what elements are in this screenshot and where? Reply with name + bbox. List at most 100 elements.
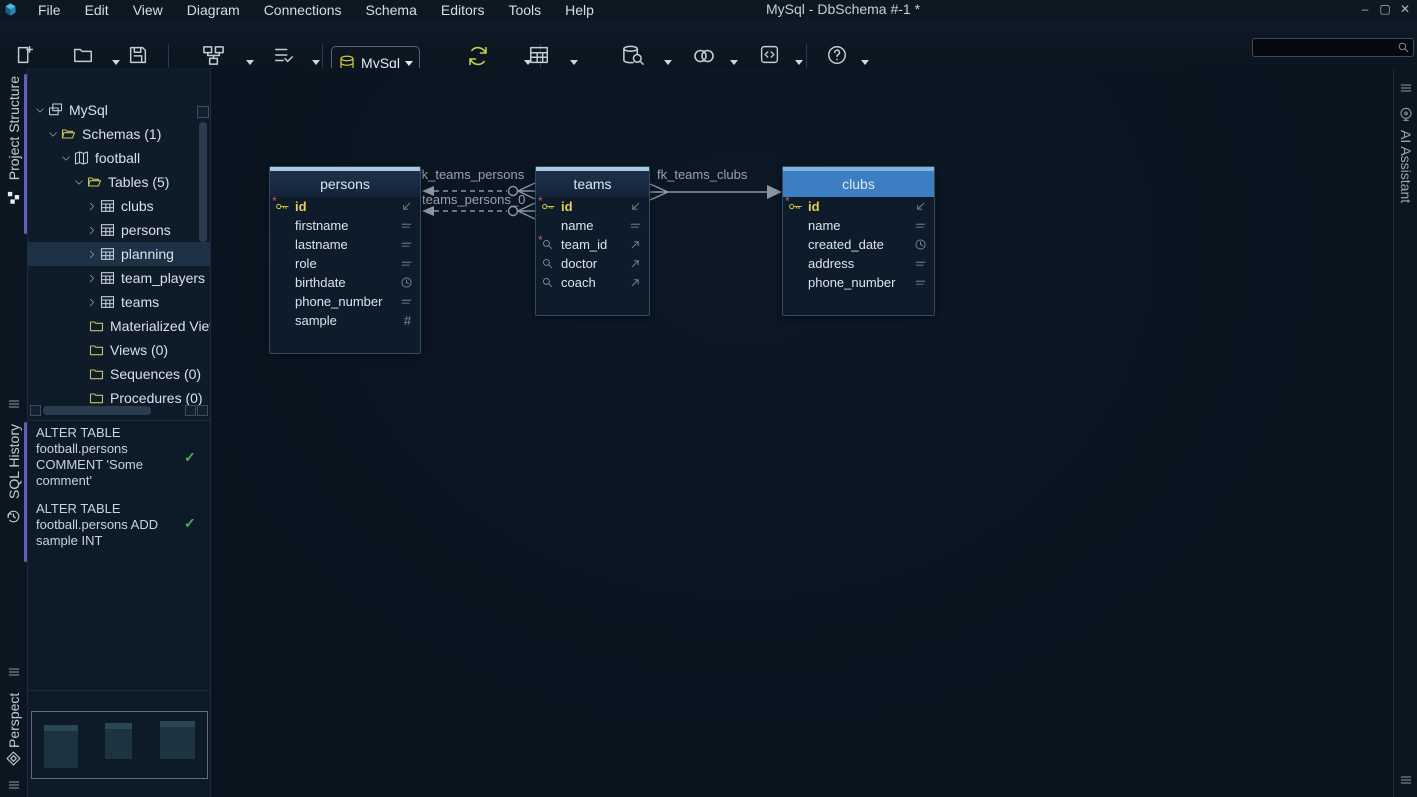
table-header[interactable]: persons — [270, 167, 420, 197]
chevron-down-icon[interactable] — [59, 152, 73, 165]
column-name: id — [808, 199, 914, 214]
column-row[interactable]: sample # — [270, 311, 420, 330]
type-dropdown-caret[interactable] — [312, 60, 320, 65]
tree-item-mysql[interactable]: MySql — [28, 98, 210, 122]
table-clubs[interactable]: clubs * id name created_date address pho… — [782, 166, 935, 316]
tree-item-team-players[interactable]: team_players — [28, 266, 210, 290]
splitter-handle-icon[interactable] — [1398, 80, 1414, 96]
table-header[interactable]: teams — [536, 167, 649, 197]
tree-item-schemas[interactable]: Schemas (1) — [28, 122, 210, 146]
relation-label[interactable]: fk_teams_clubs — [657, 167, 747, 182]
relation-label[interactable]: teams_persons_0 — [422, 192, 525, 207]
column-row[interactable]: * team_id — [536, 235, 649, 254]
table-header[interactable]: clubs — [783, 167, 934, 197]
tree-item-sequences[interactable]: Sequences (0) — [28, 362, 210, 386]
column-row[interactable]: * id — [536, 197, 649, 216]
menu-editors[interactable]: Editors — [429, 0, 497, 20]
splitter-handle-icon[interactable] — [6, 396, 22, 412]
chevron-right-icon[interactable] — [85, 248, 99, 261]
editor-dropdown-caret[interactable] — [795, 60, 803, 65]
column-row[interactable]: coach — [536, 273, 649, 292]
chevron-right-icon[interactable] — [85, 224, 99, 237]
menu-diagram[interactable]: Diagram — [175, 0, 252, 20]
query-dropdown-caret[interactable] — [730, 60, 738, 65]
splitter-handle-icon[interactable] — [6, 777, 22, 793]
tree-item-clubs[interactable]: clubs — [28, 194, 210, 218]
table-icon — [99, 246, 116, 262]
table-persons[interactable]: persons * id firstname lastname role bir… — [269, 166, 421, 354]
column-name: birthdate — [295, 275, 400, 290]
diagram-canvas[interactable]: fk_teams_persons teams_persons_0 fk_team… — [210, 68, 1393, 797]
column-row[interactable]: * id — [783, 197, 934, 216]
scrollbar-button[interactable] — [185, 405, 196, 416]
global-search-input[interactable] — [1253, 41, 1397, 55]
db-search-icon — [621, 44, 644, 67]
minimize-button[interactable]: – — [1355, 1, 1375, 17]
vertical-scrollbar-thumb[interactable] — [199, 122, 207, 242]
tree-item-materialized-views[interactable]: Materialized Views (0) — [28, 314, 210, 338]
tree-item-planning[interactable]: planning — [28, 242, 210, 266]
close-button[interactable]: ✕ — [1395, 1, 1415, 17]
column-row[interactable]: name — [536, 216, 649, 235]
splitter-handle-icon[interactable] — [6, 664, 22, 680]
menu-help[interactable]: Help — [553, 0, 606, 20]
horizontal-scrollbar-thumb[interactable] — [43, 406, 151, 415]
key-icon — [541, 199, 556, 214]
diagram-dropdown-caret[interactable] — [246, 60, 254, 65]
menu-tools[interactable]: Tools — [496, 0, 553, 20]
table-title: teams — [536, 171, 649, 197]
ai-assistant-panel-tab[interactable]: AI Assistant — [1398, 130, 1414, 203]
explorer-dropdown-caret[interactable] — [664, 60, 672, 65]
tree-item-football[interactable]: football — [28, 146, 210, 170]
table-teams[interactable]: teams * id name * team_id doctor coach — [535, 166, 650, 316]
perspective-panel-tab[interactable]: Perspective — [6, 692, 22, 748]
tree-item-tables[interactable]: Tables (5) — [28, 170, 210, 194]
connection-icon — [47, 102, 64, 118]
column-row[interactable]: doctor — [536, 254, 649, 273]
minimap[interactable] — [31, 711, 208, 779]
chevron-right-icon[interactable] — [85, 200, 99, 213]
folder-icon — [88, 390, 105, 406]
scrollbar-button[interactable] — [197, 106, 209, 118]
relation-label[interactable]: fk_teams_persons — [418, 167, 524, 182]
column-name: coach — [561, 275, 629, 290]
table-icon — [99, 294, 116, 310]
chevron-down-icon[interactable] — [46, 128, 60, 141]
sql-history-entry[interactable]: ALTER TABLE football.persons COMMENT 'So… — [36, 425, 184, 489]
chevron-right-icon[interactable] — [85, 272, 99, 285]
project-structure-panel-tab[interactable]: Project Structure — [6, 76, 22, 180]
menu-file[interactable]: File — [26, 0, 73, 20]
table-dropdown-caret[interactable] — [570, 60, 578, 65]
column-row[interactable]: lastname — [270, 235, 420, 254]
number-type-icon: # — [400, 313, 415, 328]
column-row[interactable]: created_date — [783, 235, 934, 254]
column-row[interactable]: role — [270, 254, 420, 273]
column-row[interactable]: phone_number — [783, 273, 934, 292]
scrollbar-button[interactable] — [197, 405, 208, 416]
chevron-down-icon[interactable] — [33, 104, 47, 117]
column-row[interactable]: name — [783, 216, 934, 235]
tree-item-views[interactable]: Views (0) — [28, 338, 210, 362]
column-name: phone_number — [295, 294, 400, 309]
chevron-right-icon[interactable] — [85, 296, 99, 309]
sql-history-entry[interactable]: ALTER TABLE football.persons ADD sample … — [36, 501, 184, 549]
column-row[interactable]: address — [783, 254, 934, 273]
scrollbar-button[interactable] — [30, 405, 41, 416]
splitter-handle-icon[interactable] — [1398, 772, 1414, 788]
column-row[interactable]: firstname — [270, 216, 420, 235]
menu-view[interactable]: View — [121, 0, 175, 20]
help-dropdown-caret[interactable] — [861, 60, 869, 65]
menu-edit[interactable]: Edit — [73, 0, 121, 20]
column-row[interactable]: * id — [270, 197, 420, 216]
sql-history-panel-tab[interactable]: SQL History — [6, 424, 22, 499]
fk-in-arrow-icon — [400, 200, 413, 213]
maximize-button[interactable]: ▢ — [1375, 1, 1395, 17]
key-icon — [788, 199, 803, 214]
column-row[interactable]: birthdate — [270, 273, 420, 292]
tree-item-persons[interactable]: persons — [28, 218, 210, 242]
column-row[interactable]: phone_number — [270, 292, 420, 311]
tree-item-teams[interactable]: teams — [28, 290, 210, 314]
menu-schema[interactable]: Schema — [354, 0, 429, 20]
menu-connections[interactable]: Connections — [252, 0, 354, 20]
chevron-down-icon[interactable] — [72, 176, 86, 189]
